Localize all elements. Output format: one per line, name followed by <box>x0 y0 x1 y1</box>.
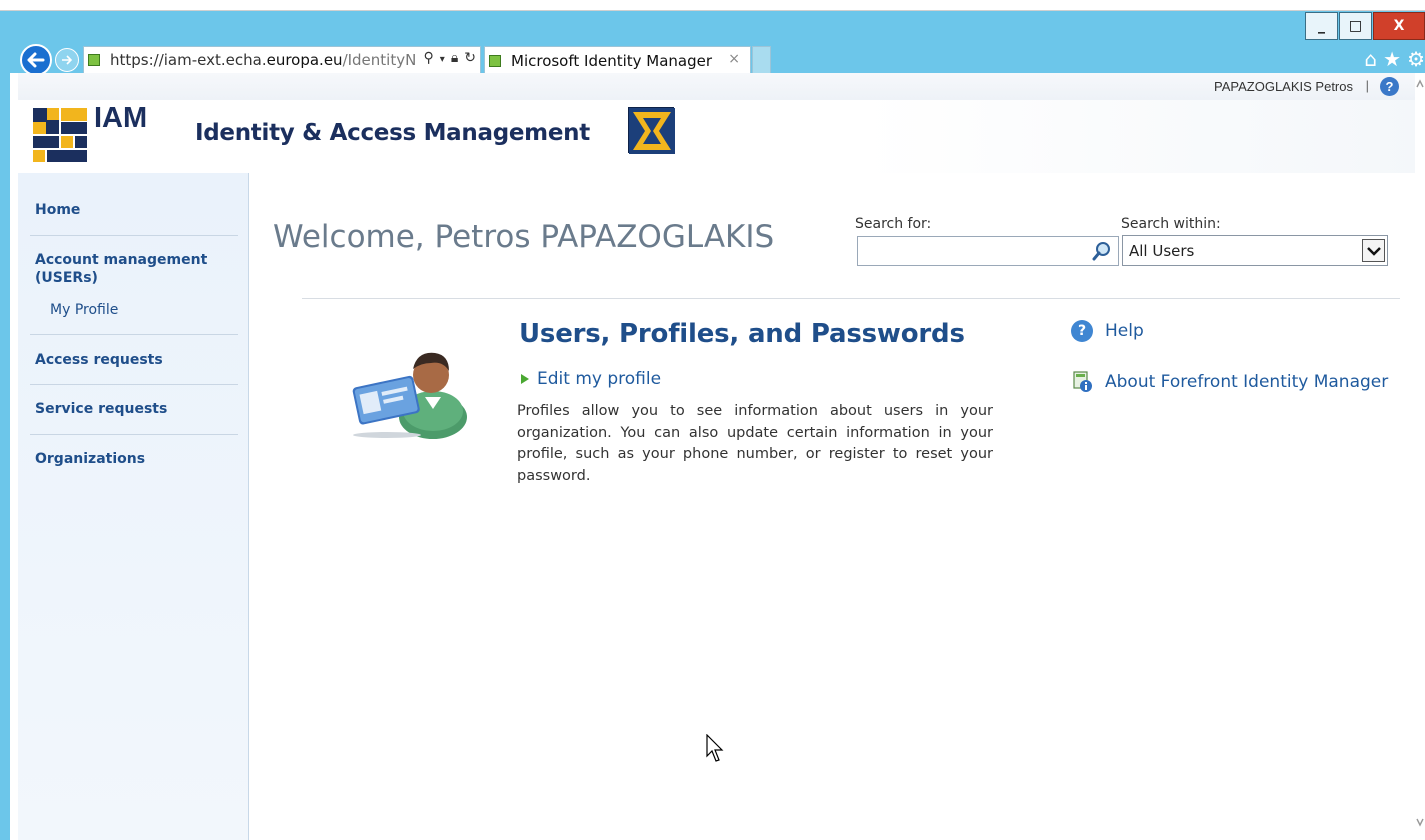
magnifier-icon <box>1092 242 1110 261</box>
site-favicon-icon <box>88 54 100 66</box>
main-panel: Welcome, Petros PAPAZOGLAKIS Search for:… <box>249 173 1425 840</box>
sidebar-item-my-profile[interactable]: My Profile <box>50 302 118 318</box>
search-within-label: Search within: <box>1121 216 1221 232</box>
sidebar-divider <box>30 334 238 335</box>
edit-my-profile-link[interactable]: Edit my profile <box>521 369 661 389</box>
chevron-down-icon[interactable] <box>1362 239 1385 262</box>
close-window-button[interactable]: X <box>1373 12 1425 40</box>
section-divider <box>302 298 1400 299</box>
logo-text: IAM <box>94 102 148 134</box>
section-title: Users, Profiles, and Passwords <box>519 319 965 349</box>
sidebar-item-service-requests[interactable]: Service requests <box>35 400 167 418</box>
sidebar-item-account-management[interactable]: Account management (USERs) <box>35 251 225 287</box>
about-fim-link[interactable]: About Forefront Identity Manager <box>1073 371 1388 393</box>
site-header: IAM Identity & Access Management <box>18 100 1425 173</box>
browser-tools: ⌂ ★ ⚙ <box>1364 47 1425 71</box>
help-icon: ? <box>1071 320 1093 342</box>
info-document-icon <box>1073 371 1093 393</box>
echa-logo-icon <box>628 107 675 154</box>
section-description: Profiles allow you to see information ab… <box>517 403 993 484</box>
sidebar-divider <box>30 384 238 385</box>
triangle-right-icon <box>521 374 529 384</box>
settings-gear-icon[interactable]: ⚙ <box>1407 47 1425 71</box>
address-bar-icons: ⚲ ▾ 🔒︎ ↻ <box>419 50 476 70</box>
search-within-value: All Users <box>1129 241 1195 260</box>
search-within-select[interactable]: All Users <box>1122 235 1388 266</box>
search-icon[interactable]: ⚲ <box>424 50 434 70</box>
help-question-icon[interactable]: ? <box>1380 77 1399 96</box>
search-button[interactable] <box>1089 239 1115 263</box>
welcome-heading: Welcome, Petros PAPAZOGLAKIS <box>273 219 775 255</box>
url-prefix: https://iam-ext.echa. <box>110 51 267 69</box>
page-scrollbar[interactable] <box>1415 73 1425 840</box>
user-bar-separator: | <box>1365 78 1369 93</box>
about-fim-label: About Forefront Identity Manager <box>1105 372 1389 392</box>
user-name[interactable]: PAPAZOGLAKIS Petros <box>1214 79 1353 94</box>
app-title: Identity & Access Management <box>195 120 590 146</box>
tab-close-icon[interactable]: × <box>728 51 740 67</box>
user-profile-illustration-icon <box>347 347 471 439</box>
iam-logo-icon <box>33 108 87 162</box>
browser-chrome: _ □ X https://iam-ext.echa. europa.eu/Ide… <box>10 11 1425 76</box>
mouse-cursor-icon <box>706 733 726 768</box>
sidebar-nav: Home Account management (USERs) My Profi… <box>18 173 249 840</box>
tab-favicon-icon <box>489 54 501 67</box>
sidebar-divider <box>30 235 238 236</box>
maximize-button[interactable]: □ <box>1339 12 1372 40</box>
address-bar[interactable]: https://iam-ext.echa. europa.eu/IdentityN… <box>83 46 481 74</box>
help-link-label: Help <box>1105 321 1144 341</box>
refresh-icon[interactable]: ↻ <box>464 50 476 70</box>
screen: _ □ X https://iam-ext.echa. europa.eu/Ide… <box>0 0 1425 840</box>
sidebar-item-organizations[interactable]: Organizations <box>35 450 145 468</box>
tab-microsoft-identity-manager[interactable]: Microsoft Identity Manager × <box>484 46 751 74</box>
desktop-top-strip <box>0 0 1425 11</box>
favorites-star-icon[interactable]: ★ <box>1383 47 1401 71</box>
home-icon[interactable]: ⌂ <box>1364 47 1377 71</box>
edit-my-profile-label: Edit my profile <box>537 369 662 389</box>
minimize-button[interactable]: _ <box>1305 12 1338 40</box>
search-input[interactable] <box>857 236 1119 266</box>
sidebar-divider <box>30 434 238 435</box>
sidebar-item-home[interactable]: Home <box>35 201 80 219</box>
tab-title: Microsoft Identity Manager <box>511 51 713 70</box>
window-frame-left <box>0 11 10 840</box>
search-for-label: Search for: <box>855 216 932 232</box>
lock-icon[interactable]: 🔒︎ <box>451 50 458 70</box>
url-domain: europa.eu <box>266 51 343 69</box>
sidebar-item-access-requests[interactable]: Access requests <box>35 351 163 369</box>
url-path: /IdentityN <box>342 51 417 69</box>
user-bar: PAPAZOGLAKIS Petros | ? <box>18 73 1425 100</box>
help-link[interactable]: ? Help <box>1071 320 1144 342</box>
dropdown-icon[interactable]: ▾ <box>440 50 445 70</box>
page-content: PAPAZOGLAKIS Petros | ? IAM Identity & A… <box>18 73 1425 840</box>
forward-arrow-icon[interactable] <box>55 48 79 72</box>
new-tab-button[interactable] <box>752 46 771 74</box>
back-arrow-icon[interactable] <box>20 44 52 76</box>
